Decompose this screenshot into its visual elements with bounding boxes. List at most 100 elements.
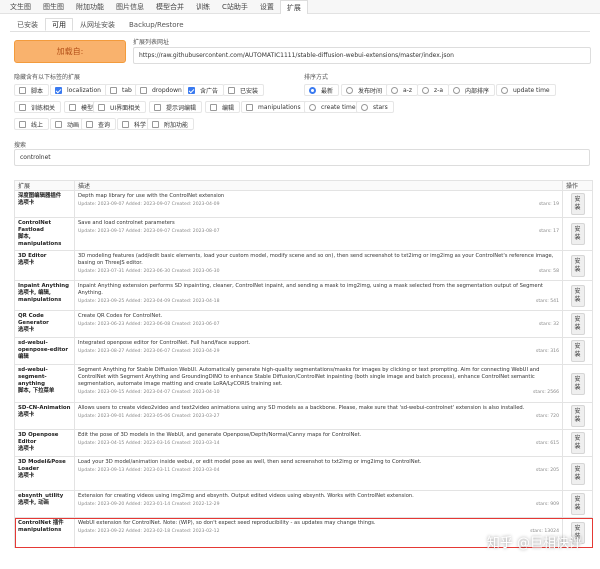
sort-radio[interactable]: 发布时间 (341, 84, 389, 96)
table-row: sd-webui-openpose-editor 编辑 Integrated ope… (14, 337, 593, 365)
radio-icon (346, 86, 353, 94)
radio-icon (501, 86, 508, 94)
nav-tab[interactable]: 附加功能 (70, 0, 110, 14)
extension-tags: 选项卡 (18, 446, 35, 452)
search-input[interactable]: controlnet (14, 149, 590, 166)
filter-checkbox[interactable]: 提示词编辑 (149, 101, 203, 113)
checkbox-label: UI界面相关 (110, 104, 141, 112)
action-cell: 安装 (562, 402, 593, 430)
filter-checkbox[interactable]: 已安装 (223, 84, 265, 96)
action-cell: 安装 (562, 280, 593, 311)
checkbox-label: localization (67, 86, 101, 94)
description-cell: Save and load controlnet parameters Updat… (74, 217, 563, 251)
checkbox-icon (246, 103, 253, 111)
extension-name-cell: 3D Openpose Editor 选项卡 (14, 429, 75, 457)
description-text: 3D modeling features (add/edit basic ele… (78, 253, 554, 266)
sub-tab[interactable]: Backup/Restore (122, 18, 191, 31)
nav-tab[interactable]: 模型合并 (150, 0, 190, 14)
extension-link[interactable]: 深度图编辑器插件 (18, 193, 61, 199)
install-button[interactable]: 安装 (570, 254, 585, 277)
filter-checkbox[interactable]: 含广告 (183, 84, 225, 96)
filter-checkbox[interactable]: 脚本 (14, 84, 50, 96)
stars-count: stars: 205 (535, 468, 559, 473)
table-row: 3D Openpose Editor 选项卡 Edit the pose of 3D… (14, 429, 593, 457)
radio-label: 最新 (321, 87, 334, 95)
sort-radio[interactable]: 内部排序 (448, 84, 496, 96)
extension-link[interactable]: Inpaint Anything (18, 283, 69, 289)
extension-link[interactable]: ebsynth_utility (18, 493, 63, 499)
checkbox-icon (154, 103, 161, 111)
install-button[interactable]: 安装 (570, 462, 585, 485)
filter-checkbox[interactable]: 线上 (14, 118, 50, 130)
checkbox-label: 提示词编辑 (166, 104, 197, 112)
filter-label: 隐藏含有以下标签的扩展 (14, 74, 81, 81)
sort-radio[interactable]: create time (304, 101, 362, 113)
sort-radio[interactable]: update time (496, 84, 556, 96)
extension-tags: 选项卡 (18, 327, 35, 333)
description-cell: Create QR Codes for ControlNet. Update: 2… (74, 310, 563, 338)
extension-link[interactable]: QR Code Generator (18, 313, 49, 326)
extension-list-url-input[interactable]: https://raw.githubusercontent.com/AUTOMA… (133, 47, 591, 64)
table-header-row: 扩展 描述 操作 (14, 180, 593, 191)
filter-checkbox[interactable]: 训练相关 (14, 101, 62, 113)
sub-tab[interactable]: 从网址安装 (73, 18, 122, 31)
extension-link[interactable]: sd-webui-openpose-editor (18, 340, 68, 353)
checkbox-icon (19, 86, 26, 94)
filter-checkbox[interactable]: localization (50, 84, 107, 96)
install-button[interactable]: 安装 (570, 223, 585, 245)
dates-text: Update: 2023-06-23 Added: 2023-06-08 Cre… (78, 322, 220, 327)
sub-tab[interactable]: 可用 (45, 18, 73, 31)
extension-link[interactable]: 3D Openpose Editor (18, 432, 58, 445)
install-button[interactable]: 安装 (570, 432, 585, 454)
extension-link[interactable]: ControlNet 插件 (18, 520, 64, 526)
table-row: SD-CN-Animation 选项卡 Allows users to create… (14, 402, 593, 430)
install-button[interactable]: 安装 (570, 372, 585, 395)
install-button[interactable]: 安装 (570, 493, 585, 515)
nav-tab[interactable]: 文生图 (4, 0, 37, 14)
extension-link[interactable]: 3D Editor (18, 253, 46, 259)
filter-checkbox[interactable]: 编辑 (205, 101, 241, 113)
extension-link[interactable]: sd-webui-segment-anything (18, 367, 48, 387)
install-button[interactable]: 安装 (570, 340, 585, 362)
checkbox-icon (188, 86, 195, 94)
filter-checkbox[interactable]: 动画 (50, 118, 86, 130)
filter-checkbox[interactable]: 查询 (81, 118, 117, 130)
sort-radio[interactable]: a-z (386, 84, 418, 96)
nav-tab[interactable]: 设置 (254, 0, 280, 14)
action-cell: 安装 (562, 250, 593, 281)
filter-checkbox[interactable]: 附加功能 (147, 118, 195, 130)
extension-link[interactable]: SD-CN-Animation (18, 405, 70, 411)
nav-tab[interactable]: 图生图 (37, 0, 70, 14)
checkbox-label: 模型 (81, 104, 94, 112)
sort-radio[interactable]: z-a (417, 84, 449, 96)
filter-checkbox[interactable]: UI界面相关 (93, 101, 147, 113)
sort-radio[interactable]: 最新 (304, 84, 340, 96)
install-button[interactable]: 安装 (570, 313, 585, 335)
checkbox-icon (110, 86, 117, 94)
description-text: Allows users to create video2video and t… (78, 405, 525, 411)
extension-name-cell: SD-CN-Animation 选项卡 (14, 402, 75, 430)
nav-tab[interactable]: 训练 (190, 0, 216, 14)
filter-checkbox[interactable]: tab (105, 84, 138, 96)
extension-name-cell: sd-webui-openpose-editor 编辑 (14, 337, 75, 365)
radio-label: create time (321, 103, 356, 111)
stars-count: stars: 58 (538, 269, 559, 274)
meta-row: Update: 2023-09-13 Added: 2023-03-11 Cre… (78, 467, 559, 474)
extension-link[interactable]: 3D Model&Pose Loader (18, 459, 66, 472)
filter-checkbox[interactable]: dropdown (135, 84, 188, 96)
install-button[interactable]: 安装 (570, 284, 585, 307)
sub-tab[interactable]: 已安装 (10, 18, 45, 31)
extension-tags: 脚本, manipulations (18, 234, 62, 247)
sub-tabs: 已安装 可用 从网址安装 Backup/Restore (10, 18, 191, 31)
extension-link[interactable]: ControlNet Fastload (18, 220, 51, 233)
nav-tab[interactable]: 图片信息 (110, 0, 150, 14)
nav-tab[interactable]: 扩展 (279, 0, 308, 14)
nav-tab[interactable]: C站助手 (216, 0, 254, 14)
sort-radio[interactable]: stars (356, 101, 394, 113)
load-from-button[interactable]: 加载自: (14, 40, 126, 63)
install-button[interactable]: 安装 (570, 405, 585, 427)
filter-checkbox[interactable]: manipulations (241, 101, 307, 113)
install-button[interactable]: 安装 (570, 193, 585, 215)
checkbox-icon (69, 103, 76, 111)
radio-label: 发布时间 (358, 87, 383, 95)
